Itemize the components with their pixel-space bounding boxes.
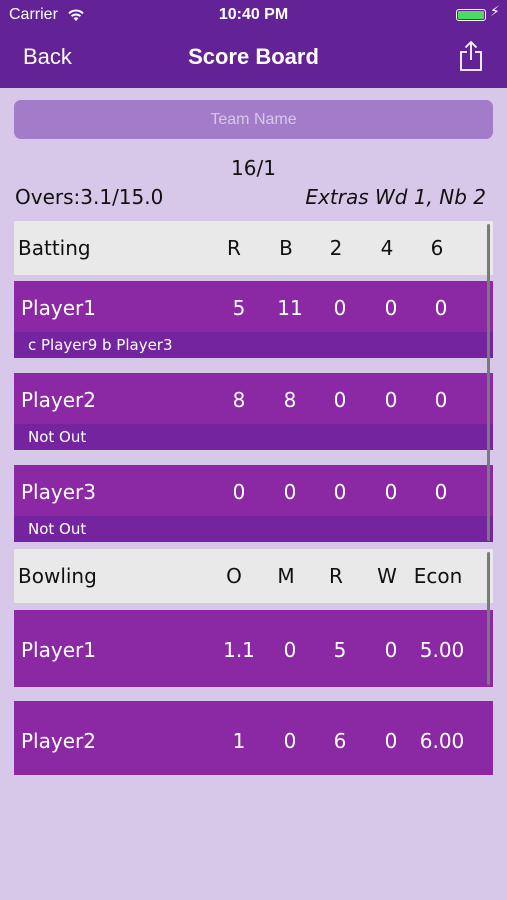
batter-twos: 0	[333, 480, 347, 504]
total-score: 16/1	[231, 156, 276, 180]
batting-scrollbar[interactable]	[487, 224, 490, 541]
dismissal-text: Not Out	[28, 520, 87, 538]
bowler-economy: 6.00	[419, 729, 465, 753]
dismissal-text: c Player9 b Player3	[28, 336, 173, 354]
batter-twos: 0	[333, 388, 347, 412]
share-icon[interactable]	[458, 40, 484, 76]
col-twos: 2	[329, 236, 343, 260]
bowler-overs: 1	[232, 729, 246, 753]
col-sixes: 6	[430, 236, 444, 260]
dismissal-row-1: c Player9 b Player3	[14, 332, 493, 358]
batter-name: Player3	[21, 480, 96, 504]
batter-fours: 0	[384, 296, 398, 320]
bowler-name: Player1	[21, 638, 96, 662]
nav-bar: Back Score Board	[0, 30, 507, 88]
bowling-title: Bowling	[18, 564, 97, 588]
bowler-economy: 5.00	[419, 638, 465, 662]
bowler-wickets: 0	[384, 638, 398, 662]
bowler-name: Player2	[21, 729, 96, 753]
col-balls: B	[279, 236, 293, 260]
bowler-maidens: 0	[283, 729, 297, 753]
col-runs: R	[227, 236, 241, 260]
dismissal-text: Not Out	[28, 428, 87, 446]
col-wickets: W	[377, 564, 397, 588]
col-bowl-runs: R	[329, 564, 343, 588]
charging-icon: ⚡	[490, 4, 500, 20]
col-fours: 4	[380, 236, 394, 260]
status-bar: Carrier 10:40 PM ⚡	[0, 0, 507, 30]
batter-fours: 0	[384, 480, 398, 504]
col-maidens: M	[277, 564, 295, 588]
batter-balls: 0	[283, 480, 297, 504]
batter-twos: 0	[333, 296, 347, 320]
batter-runs: 5	[232, 296, 246, 320]
batter-name: Player2	[21, 388, 96, 412]
bowler-maidens: 0	[283, 638, 297, 662]
batter-balls: 8	[283, 388, 297, 412]
bowling-header: Bowling O M R W Econ	[14, 549, 493, 603]
batter-runs: 8	[232, 388, 246, 412]
col-economy: Econ	[413, 564, 463, 588]
battery-icon	[456, 9, 486, 21]
batter-sixes: 0	[434, 480, 448, 504]
batting-row-2[interactable]: Player2 8 8 0 0 0	[14, 373, 493, 424]
bowling-scrollbar[interactable]	[487, 552, 490, 685]
extras-label: Extras Wd 1, Nb 2	[305, 185, 486, 209]
page-title: Score Board	[188, 44, 319, 69]
batting-header: Batting R B 2 4 6	[14, 221, 493, 275]
batting-row-3[interactable]: Player3 0 0 0 0 0	[14, 465, 493, 516]
batter-name: Player1	[21, 296, 96, 320]
dismissal-row-3: Not Out	[14, 516, 493, 542]
batter-fours: 0	[384, 388, 398, 412]
bowler-wickets: 0	[384, 729, 398, 753]
batting-row-1[interactable]: Player1 5 11 0 0 0	[14, 281, 493, 332]
batter-runs: 0	[232, 480, 246, 504]
bowler-overs: 1.1	[223, 638, 255, 662]
team-name-input[interactable]	[14, 100, 493, 139]
col-overs: O	[226, 564, 242, 588]
bowling-row-2[interactable]: Player2 1 0 6 0 6.00	[14, 701, 493, 775]
bowler-runs: 6	[333, 729, 347, 753]
clock: 10:40 PM	[218, 6, 289, 23]
bowling-row-1[interactable]: Player1 1.1 0 5 0 5.00	[14, 610, 493, 687]
batter-sixes: 0	[434, 296, 448, 320]
batting-title: Batting	[18, 236, 91, 260]
batter-sixes: 0	[434, 388, 448, 412]
bowler-runs: 5	[333, 638, 347, 662]
dismissal-row-2: Not Out	[14, 424, 493, 450]
batter-balls: 11	[277, 296, 303, 320]
overs-label: Overs:3.1/15.0	[15, 185, 164, 209]
